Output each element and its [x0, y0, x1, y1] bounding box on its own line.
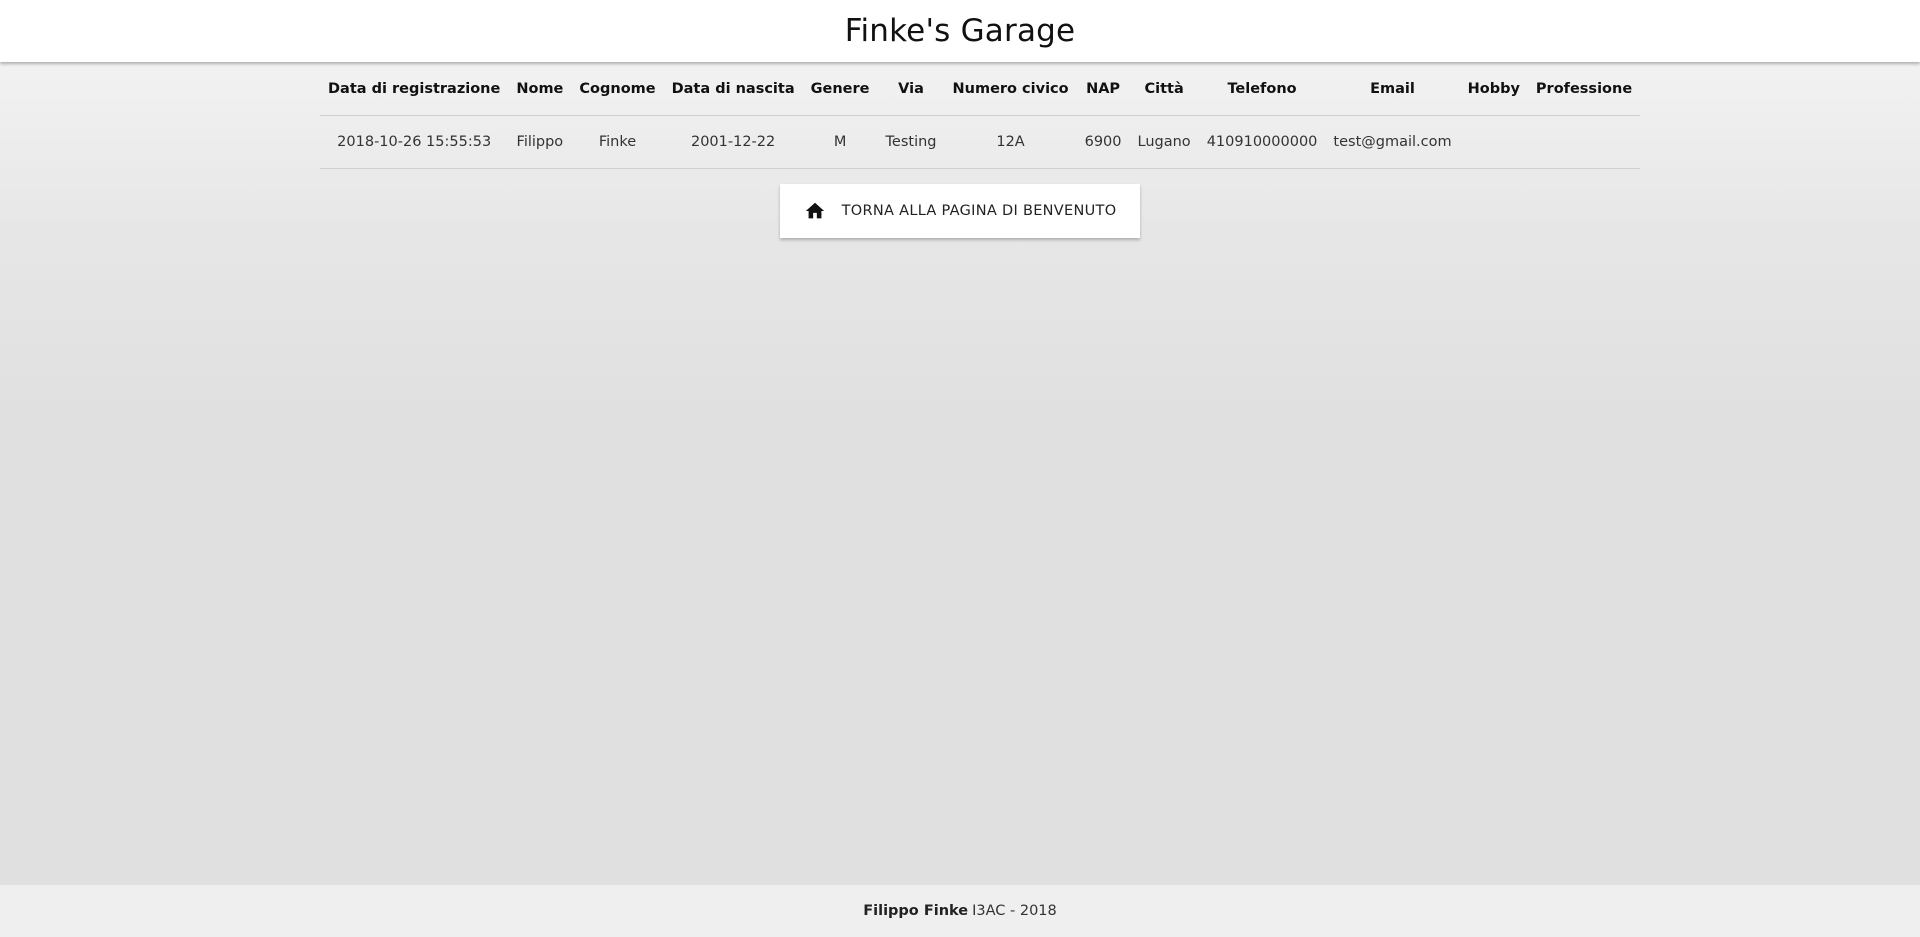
cell-via: Testing [877, 115, 945, 169]
column-header-telefono: Telefono [1198, 63, 1326, 116]
column-header-data-nascita: Data di nascita [663, 63, 803, 116]
column-header-data-registrazione: Data di registrazione [320, 63, 509, 116]
home-icon [804, 200, 826, 222]
column-header-via: Via [877, 63, 945, 116]
column-header-genere: Genere [802, 63, 878, 116]
cell-genere: M [802, 115, 878, 169]
cell-hobby [1459, 115, 1528, 169]
site-footer: Filippo Finke I3AC - 2018 [0, 885, 1920, 937]
footer-author: Filippo Finke [863, 903, 969, 919]
site-header: Finke's Garage [0, 0, 1920, 62]
cell-numero-civico: 12A [944, 115, 1077, 169]
cell-nap: 6900 [1076, 115, 1130, 169]
cell-data-nascita: 2001-12-22 [663, 115, 803, 169]
registrations-table-container: Data di registrazione Nome Cognome Data … [320, 63, 1641, 169]
cell-professione [1527, 115, 1641, 169]
cell-email: test@gmail.com [1325, 115, 1460, 169]
column-header-hobby: Hobby [1459, 63, 1528, 116]
home-button-row: TORNA ALLA PAGINA DI BENVENUTO [0, 184, 1920, 238]
cell-citta: Lugano [1129, 115, 1199, 169]
site-title: Finke's Garage [844, 13, 1076, 49]
cell-cognome: Finke [571, 115, 664, 169]
back-to-welcome-button[interactable]: TORNA ALLA PAGINA DI BENVENUTO [780, 184, 1140, 238]
table-body: 2018-10-26 15:55:53 Filippo Finke 2001-1… [320, 115, 1641, 169]
footer-class-year: I3AC - 2018 [972, 903, 1057, 919]
column-header-professione: Professione [1527, 63, 1641, 116]
registrations-table: Data di registrazione Nome Cognome Data … [320, 63, 1641, 169]
table-header: Data di registrazione Nome Cognome Data … [320, 63, 1641, 116]
cell-nome: Filippo [508, 115, 572, 169]
back-to-welcome-label: TORNA ALLA PAGINA DI BENVENUTO [841, 203, 1117, 219]
column-header-citta: Città [1129, 63, 1199, 116]
table-header-row: Data di registrazione Nome Cognome Data … [320, 63, 1641, 116]
column-header-email: Email [1325, 63, 1460, 116]
column-header-cognome: Cognome [571, 63, 664, 116]
cell-telefono: 410910000000 [1198, 115, 1326, 169]
column-header-nome: Nome [508, 63, 572, 116]
cell-data-registrazione: 2018-10-26 15:55:53 [320, 115, 509, 169]
column-header-numero-civico: Numero civico [944, 63, 1077, 116]
table-row: 2018-10-26 15:55:53 Filippo Finke 2001-1… [320, 115, 1641, 169]
column-header-nap: NAP [1076, 63, 1130, 116]
